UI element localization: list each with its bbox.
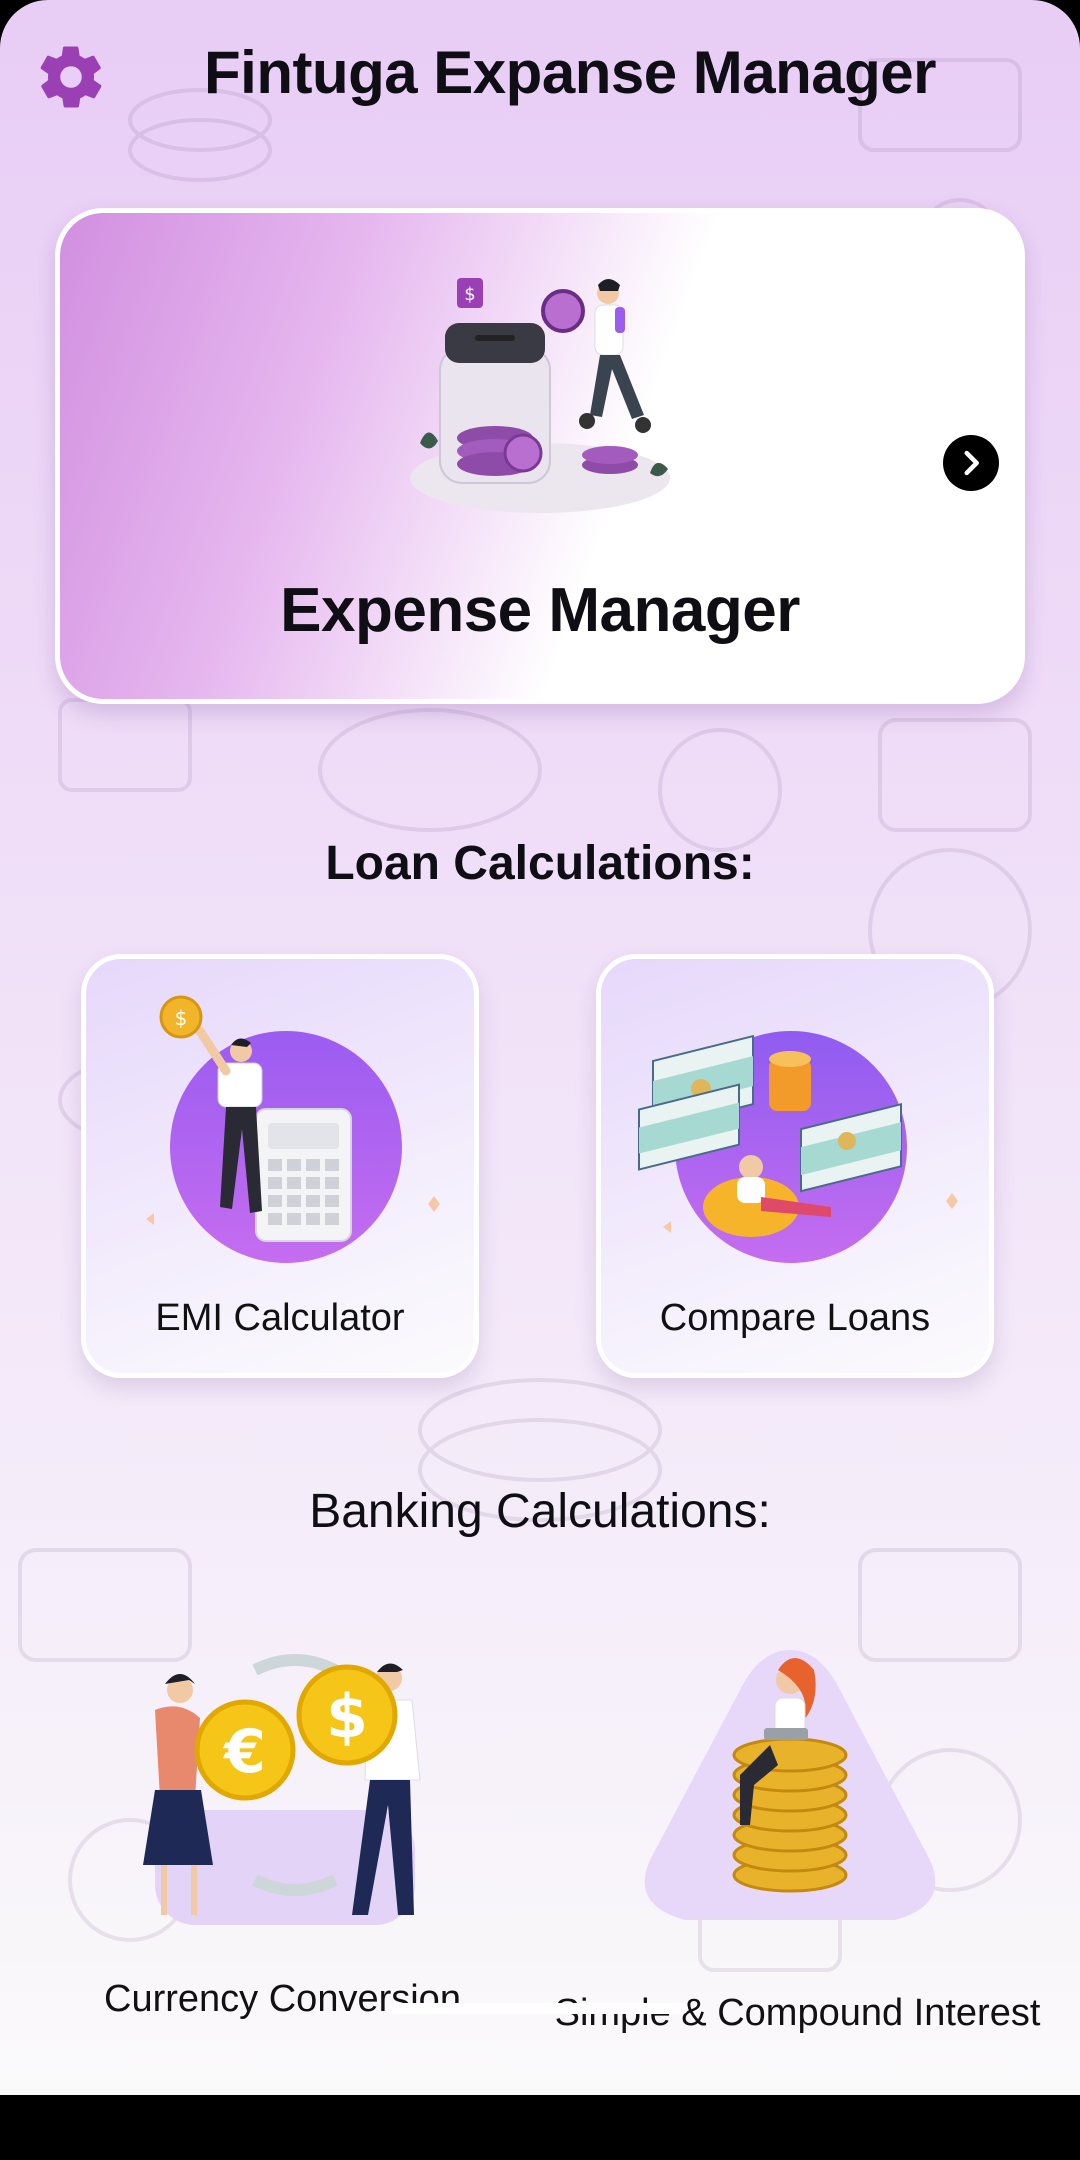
expense-manager-title: Expense Manager — [280, 576, 800, 645]
money-stacks-illustration — [638, 1031, 958, 1263]
euro-dollar-exchange-illustration[interactable]: € $ — [105, 1640, 465, 1940]
coin-stack-illustration[interactable] — [640, 1640, 940, 1930]
currency-conversion-label[interactable]: Currency Conversion — [80, 1978, 485, 2021]
compare-loans-label: Compare Loans — [659, 1297, 931, 1339]
app-title: Fintuga Expanse Manager — [204, 39, 937, 106]
svg-text:€: € — [222, 1717, 266, 1787]
svg-text:$: $ — [175, 1006, 188, 1030]
system-nav-bar — [0, 2095, 1080, 2160]
chevron-right-icon[interactable] — [943, 435, 999, 491]
emi-calculator-label: EMI Calculator — [155, 1297, 405, 1339]
svg-text:$: $ — [326, 1682, 368, 1752]
piggy-jar-coins-illustration: $ — [410, 278, 670, 513]
calculator-illustration: $ — [146, 995, 440, 1263]
compare-loans-tile[interactable]: Compare Loans — [596, 954, 994, 1378]
emi-calculator-tile[interactable]: $ EMI Calculator — [81, 954, 479, 1378]
expense-manager-card[interactable]: $ Expense Manager — [55, 208, 1025, 704]
svg-text:$: $ — [464, 284, 475, 305]
loan-calculations-heading: Loan Calculations: — [325, 837, 755, 890]
home-indicator[interactable] — [390, 2003, 688, 2014]
app-screen: Fintuga Expanse Manager $ Expense Manage… — [0, 0, 1080, 2095]
banking-calculations-heading: Banking Calculations: — [309, 1485, 771, 1538]
